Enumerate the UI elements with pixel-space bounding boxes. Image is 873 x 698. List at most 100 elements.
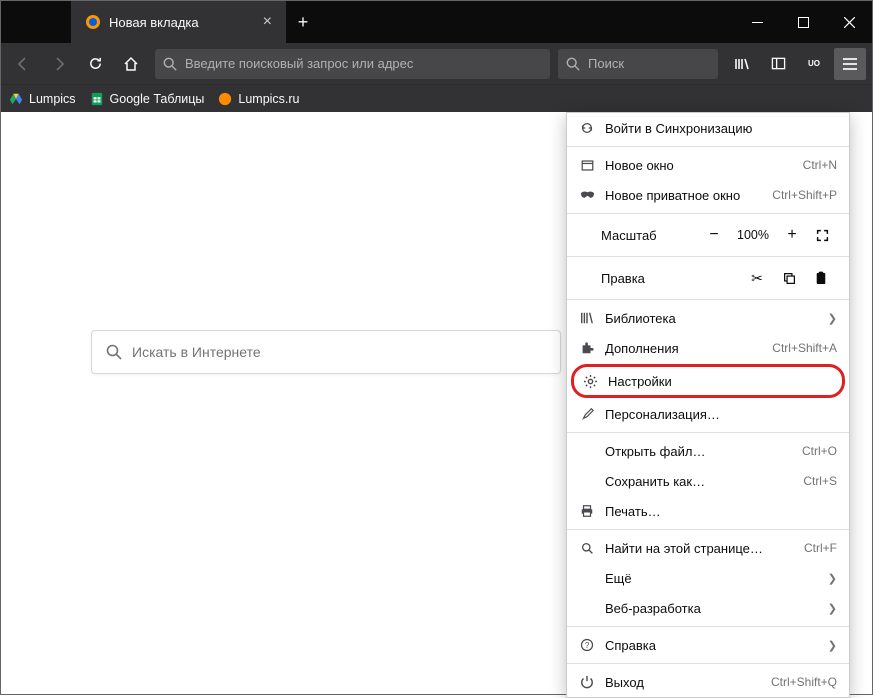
menu-more[interactable]: Ещё ❯ — [567, 563, 849, 593]
menu-shortcut: Ctrl+F — [804, 541, 837, 555]
menu-separator — [567, 626, 849, 627]
printer-icon — [579, 504, 595, 518]
gear-icon — [582, 374, 598, 389]
chevron-right-icon: ❯ — [828, 602, 837, 615]
maximize-button[interactable] — [780, 1, 826, 43]
minimize-button[interactable] — [734, 1, 780, 43]
new-tab-button[interactable]: + — [286, 1, 320, 43]
bookmark-item[interactable]: Google Таблицы — [90, 92, 205, 106]
menu-label: Ещё — [605, 571, 818, 586]
address-bar[interactable]: Введите поисковый запрос или адрес — [155, 49, 550, 79]
favicon-icon — [218, 92, 232, 106]
bookmark-label: Google Таблицы — [110, 92, 205, 106]
search-bar[interactable]: Поиск — [558, 49, 718, 79]
search-icon — [566, 57, 580, 71]
menu-label: Войти в Синхронизацию — [605, 121, 837, 136]
menu-separator — [567, 663, 849, 664]
nav-toolbar: Введите поисковый запрос или адрес Поиск… — [1, 43, 872, 84]
menu-separator — [567, 146, 849, 147]
menu-exit[interactable]: Выход Ctrl+Shift+Q — [567, 667, 849, 697]
chevron-right-icon: ❯ — [828, 312, 837, 325]
app-menu: Войти в Синхронизацию Новое окно Ctrl+N … — [566, 112, 850, 698]
sidebar-button[interactable] — [762, 48, 794, 80]
menu-webdev[interactable]: Веб-разработка ❯ — [567, 593, 849, 623]
bookmark-label: Lumpics.ru — [238, 92, 299, 106]
menu-print[interactable]: Печать… — [567, 496, 849, 526]
home-button[interactable] — [115, 48, 147, 80]
menu-new-private-window[interactable]: Новое приватное окно Ctrl+Shift+P — [567, 180, 849, 210]
zoom-in-button[interactable]: + — [777, 221, 807, 249]
tab-close-button[interactable]: × — [263, 13, 272, 31]
library-icon — [579, 311, 595, 325]
menu-label: Сохранить как… — [605, 474, 793, 489]
menu-separator — [567, 432, 849, 433]
tab-active[interactable]: Новая вкладка × — [71, 1, 286, 43]
chevron-right-icon: ❯ — [828, 639, 837, 652]
paintbrush-icon — [579, 407, 595, 421]
menu-separator — [567, 256, 849, 257]
menu-find[interactable]: Найти на этой странице… Ctrl+F — [567, 533, 849, 563]
menu-shortcut: Ctrl+Shift+P — [772, 188, 837, 202]
ublock-button[interactable]: UO — [798, 48, 830, 80]
menu-help[interactable]: ? Справка ❯ — [567, 630, 849, 660]
menu-save-as[interactable]: Сохранить как… Ctrl+S — [567, 466, 849, 496]
menu-label: Дополнения — [605, 341, 762, 356]
back-button[interactable] — [7, 48, 39, 80]
zoom-out-button[interactable]: − — [699, 221, 729, 249]
menu-separator — [567, 299, 849, 300]
svg-text:?: ? — [585, 641, 590, 650]
menu-label: Настройки — [608, 374, 834, 389]
menu-shortcut: Ctrl+O — [802, 444, 837, 458]
menu-customize[interactable]: Персонализация… — [567, 399, 849, 429]
menu-shortcut: Ctrl+Shift+A — [772, 341, 837, 355]
newtab-search-input[interactable]: Искать в Интернете — [91, 330, 561, 374]
close-window-button[interactable] — [826, 1, 872, 43]
menu-button[interactable] — [834, 48, 866, 80]
search-icon — [106, 344, 122, 360]
menu-label: Печать… — [605, 504, 837, 519]
mask-icon — [579, 190, 595, 200]
copy-button[interactable] — [773, 264, 805, 292]
firefox-icon — [85, 14, 101, 30]
menu-addons[interactable]: Дополнения Ctrl+Shift+A — [567, 333, 849, 363]
menu-library[interactable]: Библиотека ❯ — [567, 303, 849, 333]
menu-label: Справка — [605, 638, 818, 653]
help-icon: ? — [579, 638, 595, 652]
power-icon — [579, 675, 595, 689]
zoom-label: Масштаб — [601, 228, 657, 243]
titlebar: Новая вкладка × + — [1, 1, 872, 43]
window-controls — [734, 1, 872, 43]
bookmark-item[interactable]: Lumpics — [9, 92, 76, 106]
window-icon — [579, 159, 595, 172]
menu-shortcut: Ctrl+S — [803, 474, 837, 488]
sync-icon — [579, 121, 595, 135]
sheets-icon — [90, 92, 104, 106]
menu-new-window[interactable]: Новое окно Ctrl+N — [567, 150, 849, 180]
menu-label: Веб-разработка — [605, 601, 818, 616]
library-button[interactable] — [726, 48, 758, 80]
cut-button[interactable]: ✂ — [741, 264, 773, 292]
zoom-value[interactable]: 100% — [729, 228, 777, 242]
menu-zoom-row: Масштаб − 100% + — [567, 217, 849, 253]
newtab-search-placeholder: Искать в Интернете — [132, 344, 261, 360]
menu-open-file[interactable]: Открыть файл… Ctrl+O — [567, 436, 849, 466]
bookmark-item[interactable]: Lumpics.ru — [218, 92, 299, 106]
urlbar-placeholder: Введите поисковый запрос или адрес — [185, 56, 413, 71]
menu-label: Новое окно — [605, 158, 793, 173]
paste-button[interactable] — [805, 264, 837, 292]
forward-button[interactable] — [43, 48, 75, 80]
menu-label: Новое приватное окно — [605, 188, 762, 203]
drive-icon — [9, 92, 23, 106]
menu-label: Найти на этой странице… — [605, 541, 794, 556]
fullscreen-button[interactable] — [807, 221, 837, 249]
menu-edit-row: Правка ✂ — [567, 260, 849, 296]
menu-separator — [567, 529, 849, 530]
menu-shortcut: Ctrl+N — [803, 158, 837, 172]
chevron-right-icon: ❯ — [828, 572, 837, 585]
menu-label: Открыть файл… — [605, 444, 792, 459]
search-icon — [579, 542, 595, 555]
menu-sync[interactable]: Войти в Синхронизацию — [567, 113, 849, 143]
bookmarks-toolbar: Lumpics Google Таблицы Lumpics.ru — [1, 84, 872, 112]
reload-button[interactable] — [79, 48, 111, 80]
menu-settings[interactable]: Настройки — [571, 364, 845, 398]
